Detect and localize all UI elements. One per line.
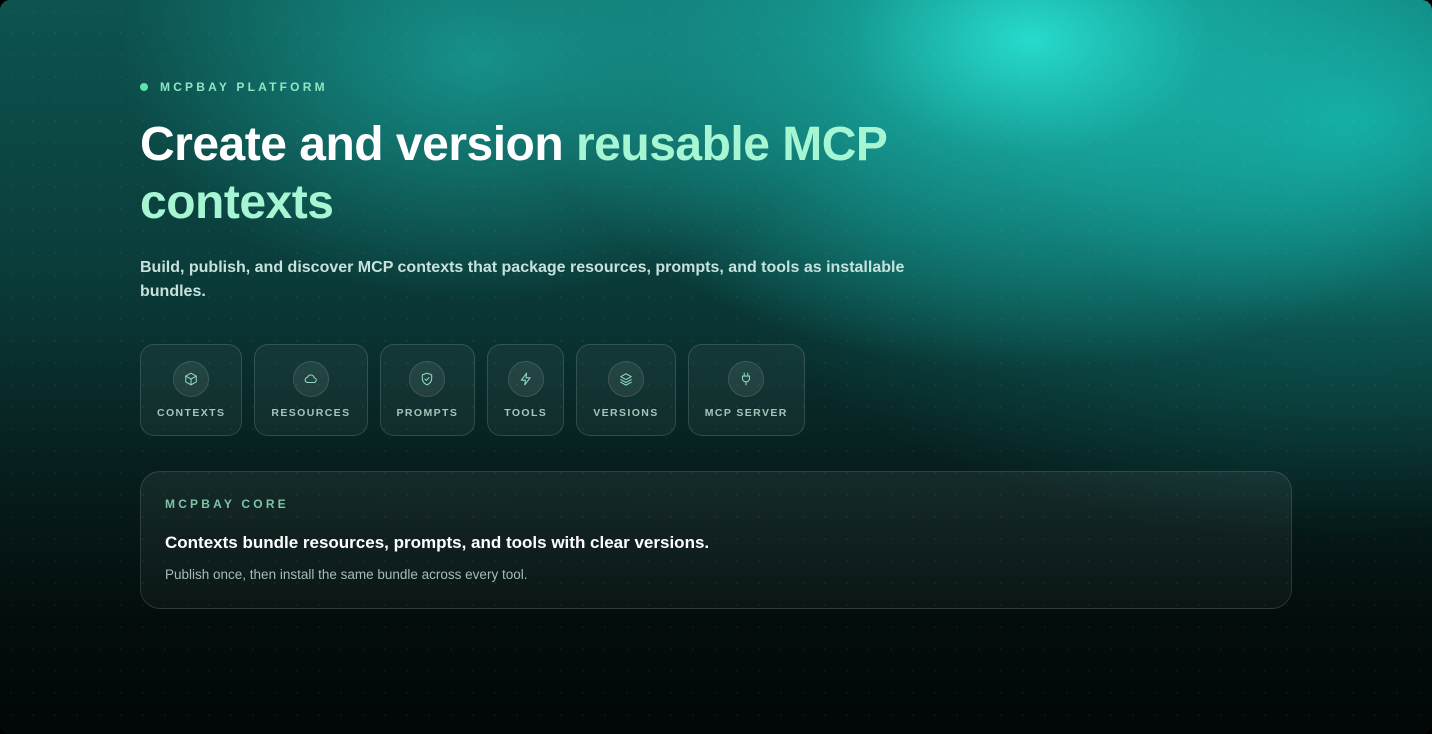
core-eyebrow: MCPBAY CORE	[165, 497, 289, 511]
status-dot-icon	[140, 83, 148, 91]
chip-versions[interactable]: VERSIONS	[576, 344, 676, 436]
chip-label: VERSIONS	[593, 407, 659, 419]
chip-mcp-server[interactable]: MCP SERVER	[687, 344, 805, 436]
core-card: MCPBAY CORE Contexts bundle resources, p…	[140, 471, 1292, 609]
chip-prompts[interactable]: PROMPTS	[379, 344, 476, 436]
plug-icon	[728, 361, 765, 397]
chip-resources[interactable]: RESOURCES	[254, 344, 368, 436]
chip-label: CONTEXTS	[157, 407, 226, 419]
chip-contexts[interactable]: CONTEXTS	[140, 344, 243, 436]
chip-tools[interactable]: TOOLS	[487, 344, 565, 436]
feature-chips: CONTEXTS RESOURCES PROMPTS TOOLS VERSION…	[140, 344, 805, 436]
core-heading: Contexts bundle resources, prompts, and …	[165, 533, 710, 552]
chip-label: PROMPTS	[396, 407, 459, 419]
chip-label: RESOURCES	[271, 407, 351, 419]
cube-icon	[173, 361, 210, 397]
shield-check-icon	[409, 361, 446, 397]
layers-icon	[607, 361, 644, 397]
page-title-plain: Create and version	[140, 118, 576, 171]
platform-eyebrow-label: MCPBAY PLATFORM	[160, 80, 328, 94]
page-title: Create and version reusable MCP contexts	[140, 116, 940, 232]
cloud-icon	[292, 361, 329, 397]
platform-eyebrow: MCPBAY PLATFORM	[140, 80, 328, 94]
chip-label: MCP SERVER	[704, 407, 788, 419]
app-window: MCPBAY PLATFORM Create and version reusa…	[0, 0, 1432, 734]
page-subtitle: Build, publish, and discover MCP context…	[140, 259, 905, 300]
lightning-icon	[507, 361, 544, 397]
core-body: Publish once, then install the same bund…	[165, 567, 528, 582]
chip-label: TOOLS	[504, 407, 548, 419]
